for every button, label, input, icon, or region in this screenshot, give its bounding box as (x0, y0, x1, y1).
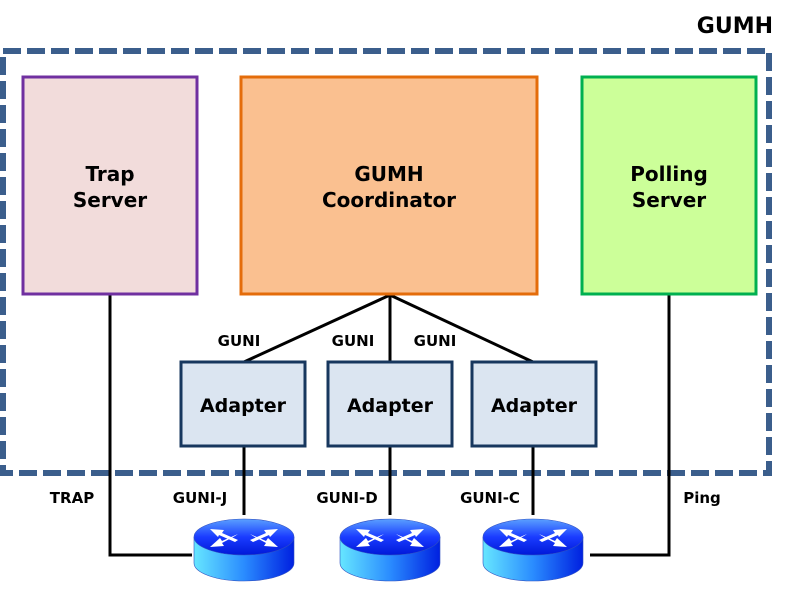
router-icon-2[interactable] (339, 518, 441, 582)
adapter-label-3: Adapter (491, 395, 578, 417)
guni-label-1: GUNI (218, 332, 261, 350)
router-icon-3[interactable] (482, 518, 584, 582)
guni-line-3 (389, 293, 534, 364)
guni-c-label: GUNI-C (460, 489, 520, 507)
polling-server-box[interactable]: Polling Server (580, 75, 758, 296)
ping-label: Ping (683, 489, 721, 507)
router-icon-1[interactable] (193, 518, 295, 582)
guni-j-label: GUNI-J (173, 489, 227, 507)
group-label: GUMH (697, 14, 773, 39)
trap-server-box[interactable]: Trap Server (21, 75, 199, 296)
polling-server-label-2: Server (632, 188, 706, 212)
polling-server-label-1: Polling (630, 162, 708, 186)
trap-server-label-2: Server (73, 188, 147, 212)
adapter-box-1[interactable]: Adapter (179, 360, 307, 448)
guni-label-2: GUNI (332, 332, 375, 350)
coordinator-label-1: GUMH (354, 162, 423, 186)
coordinator-box[interactable]: GUMH Coordinator (239, 75, 539, 296)
adapter-label-1: Adapter (200, 395, 287, 417)
guni-label-3: GUNI (414, 332, 457, 350)
diagram-canvas: GUMH Trap Server GUMH Coordinator Pollin… (0, 14, 773, 582)
trap-server-label-1: Trap (85, 162, 134, 186)
adapter-box-2[interactable]: Adapter (326, 360, 454, 448)
ping-line (590, 295, 671, 557)
guni-d-label: GUNI-D (316, 489, 377, 507)
guni-line-1 (243, 293, 391, 364)
adapter-label-2: Adapter (347, 395, 434, 417)
trap-label: TRAP (50, 489, 94, 507)
coordinator-label-2: Coordinator (322, 188, 456, 212)
adapter-box-3[interactable]: Adapter (470, 360, 598, 448)
